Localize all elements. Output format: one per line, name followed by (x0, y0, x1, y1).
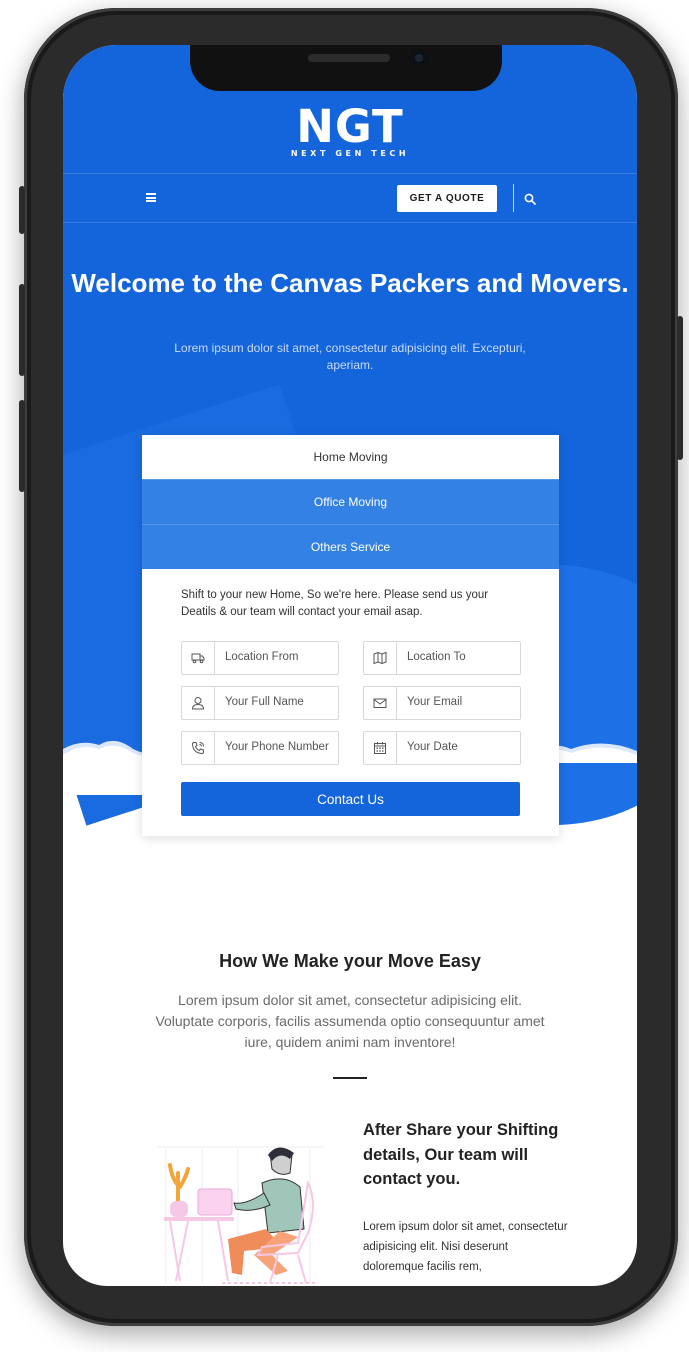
full-name-field (181, 686, 343, 720)
tab-home-moving[interactable]: Home Moving (142, 435, 559, 479)
brand-logo[interactable]: NGT NEXT GEN TECH (63, 100, 637, 159)
email-field (363, 686, 525, 720)
hero-subtitle: Lorem ipsum dolor sit amet, consectetur … (174, 341, 526, 372)
logo-mark: NGT (296, 100, 404, 153)
device-mute-switch (19, 186, 25, 234)
speaker-grille (308, 54, 390, 62)
date-input[interactable] (397, 732, 525, 762)
location-to-field (363, 641, 525, 675)
location-from-input[interactable] (215, 642, 343, 672)
feature-text: Lorem ipsum dolor sit amet, consectetur … (363, 1221, 568, 1273)
hamburger-menu-icon[interactable] (146, 193, 156, 202)
tab-others-service[interactable]: Others Service (142, 524, 559, 569)
person-at-laptop-illustration (158, 1146, 323, 1284)
user-icon (182, 687, 215, 719)
date-field (363, 731, 525, 765)
hero-title: Welcome to the Canvas Packers and Movers… (71, 268, 629, 298)
nav-divider (513, 184, 514, 212)
form-row (181, 641, 525, 675)
phone-notch (190, 45, 502, 91)
section-title: How We Make your Move Easy (219, 951, 481, 971)
phone-input[interactable] (215, 732, 343, 762)
tab-office-moving[interactable]: Office Moving (142, 479, 559, 524)
device-volume-up (19, 284, 25, 376)
contact-us-button[interactable]: Contact Us (181, 782, 520, 816)
device-power-button (677, 316, 683, 460)
form-intro-text: Shift to your new Home, So we're here. P… (181, 589, 489, 618)
map-icon (364, 642, 397, 674)
form-row (181, 731, 525, 765)
phone-field (181, 731, 343, 765)
phone-icon (182, 732, 215, 764)
section-description: Lorem ipsum dolor sit amet, consectetur … (155, 992, 545, 1050)
form-row (181, 686, 525, 720)
front-camera-icon (411, 50, 427, 66)
device-volume-down (19, 400, 25, 492)
get-quote-button[interactable]: GET A QUOTE (397, 185, 497, 212)
logo-tagline: NEXT GEN TECH (290, 149, 410, 158)
envelope-icon (364, 687, 397, 719)
location-from-field (181, 641, 343, 675)
full-name-input[interactable] (215, 687, 343, 717)
feature-title: After Share your Shifting details, Our t… (363, 1121, 559, 1188)
top-navbar: GET A QUOTE (63, 173, 637, 223)
moving-quote-card: Home Moving Office Moving Others Service… (142, 435, 559, 836)
section-divider (333, 1077, 367, 1079)
search-icon[interactable] (524, 193, 536, 205)
truck-icon (182, 642, 215, 674)
phone-screen: NGT NEXT GEN TECH GET A QUOTE Welcome to… (63, 45, 637, 1286)
location-to-input[interactable] (397, 642, 525, 672)
calendar-icon (364, 732, 397, 764)
email-input[interactable] (397, 687, 525, 717)
